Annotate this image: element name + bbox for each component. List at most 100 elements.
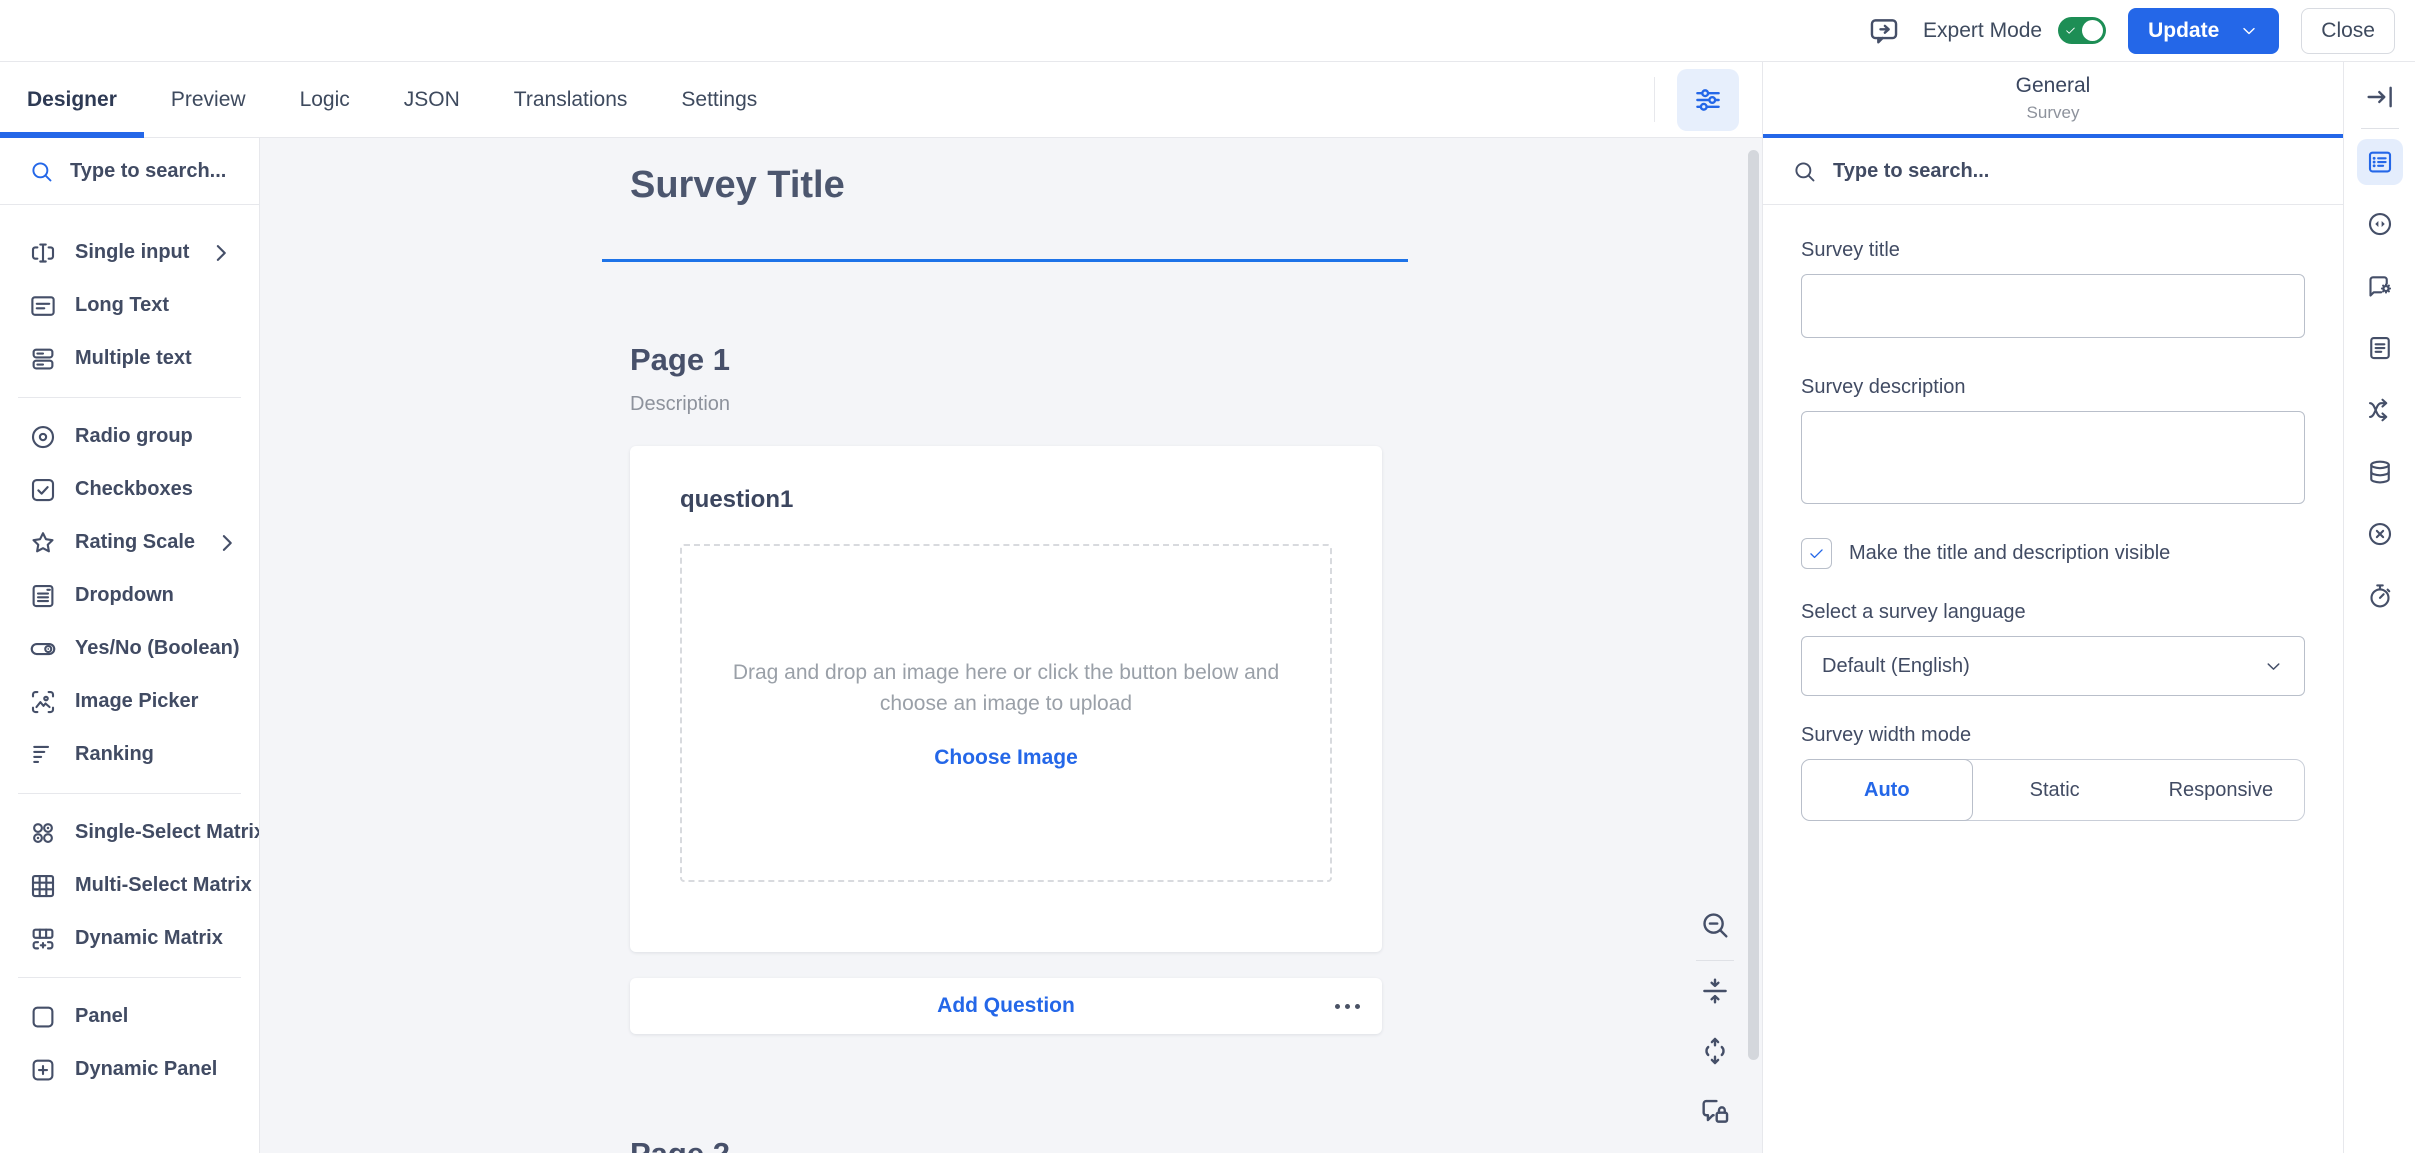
- rating-scale-icon: [28, 528, 58, 558]
- toolbox-group-divider: [18, 397, 241, 398]
- zoom-out-icon[interactable]: [1698, 908, 1732, 942]
- survey-title-text[interactable]: Survey Title: [630, 164, 1408, 207]
- page-description[interactable]: Description: [630, 393, 1382, 416]
- toolbox-item-label: Dynamic Panel: [75, 1058, 245, 1081]
- more-options-icon[interactable]: [1335, 978, 1360, 1034]
- width-mode-static[interactable]: Static: [1972, 760, 2138, 820]
- strip-tab-timer[interactable]: [2357, 573, 2403, 619]
- tools-divider: [1696, 960, 1734, 961]
- toolbox-item-label: Ranking: [75, 743, 245, 766]
- toolbox-item-label: Checkboxes: [75, 478, 245, 501]
- question-name[interactable]: question1: [680, 486, 1332, 514]
- tab-logic[interactable]: Logic: [273, 62, 377, 137]
- strip-tab-validation[interactable]: [2357, 511, 2403, 557]
- sliders-icon: [1691, 83, 1725, 117]
- toolbox-item-dynamic-matrix[interactable]: Dynamic Matrix: [0, 912, 259, 965]
- survey-description-input[interactable]: [1801, 411, 2305, 504]
- next-page-title[interactable]: Page 2: [630, 1136, 1382, 1153]
- width-mode-responsive[interactable]: Responsive: [2138, 760, 2304, 820]
- toolbox-item-label: Multi-Select Matrix: [75, 874, 252, 897]
- feedback-icon[interactable]: [1867, 14, 1901, 48]
- chevron-down-icon: [2239, 21, 2259, 41]
- dynamic-panel-icon: [28, 1055, 58, 1085]
- tab-designer[interactable]: Designer: [0, 62, 144, 137]
- strip-tab-data[interactable]: [2357, 449, 2403, 495]
- toolbox-settings-button[interactable]: [1677, 69, 1739, 131]
- side-icon-strip: [2343, 62, 2415, 1153]
- collapse-panel-icon[interactable]: [2363, 80, 2397, 114]
- top-bar: Expert Mode Update Close: [0, 0, 2415, 62]
- toolbox-item-checkboxes[interactable]: Checkboxes: [0, 463, 259, 516]
- timer-icon: [2365, 581, 2395, 611]
- single-select-matrix-icon: [28, 818, 58, 848]
- language-select[interactable]: Default (English): [1801, 636, 2305, 696]
- tab-json[interactable]: JSON: [377, 62, 487, 137]
- canvas-scrollbar[interactable]: [1748, 150, 1759, 1060]
- tab-preview[interactable]: Preview: [144, 62, 273, 137]
- survey-title-label: Survey title: [1801, 239, 2305, 262]
- toolbox-group-divider: [18, 793, 241, 794]
- toolbox-item-dynamic-panel[interactable]: Dynamic Panel: [0, 1043, 259, 1096]
- toolbox-item-rating-scale[interactable]: Rating Scale: [0, 516, 259, 569]
- add-question-button[interactable]: Add Question: [630, 994, 1382, 1018]
- image-dropzone[interactable]: Drag and drop an image here or click the…: [680, 544, 1332, 882]
- image-picker-icon: [28, 687, 58, 717]
- dropdown-icon: [28, 581, 58, 611]
- single-input-icon: [28, 238, 58, 268]
- tab-settings[interactable]: Settings: [654, 62, 784, 137]
- toolbox-item-label: Single input: [75, 241, 189, 264]
- data-icon: [2365, 457, 2395, 487]
- strip-tab-question-settings[interactable]: [2357, 263, 2403, 309]
- toolbox-item-dropdown[interactable]: Dropdown: [0, 569, 259, 622]
- close-button[interactable]: Close: [2301, 8, 2395, 54]
- logic-icon: [2365, 395, 2395, 425]
- expert-mode-toggle[interactable]: [2058, 17, 2106, 44]
- visibility-checkbox[interactable]: [1801, 538, 1832, 569]
- question-card[interactable]: question1 Drag and drop an image here or…: [630, 446, 1382, 952]
- lock-state-icon[interactable]: [1698, 1094, 1732, 1128]
- property-search-input[interactable]: [1833, 160, 2327, 183]
- multiple-text-icon: [28, 344, 58, 374]
- design-canvas: Survey Title Page 1 Description question…: [260, 138, 1762, 1153]
- tabbar-spacer: [784, 62, 1654, 137]
- toolbox-item-label: Single-Select Matrix: [75, 821, 259, 844]
- expand-all-icon[interactable]: [1698, 1034, 1732, 1068]
- strip-tab-general[interactable]: [2357, 139, 2403, 185]
- toolbox-item-ranking[interactable]: Ranking: [0, 728, 259, 781]
- toolbox-item-panel[interactable]: Panel: [0, 990, 259, 1043]
- dropzone-text: Drag and drop an image here or click the…: [733, 657, 1279, 720]
- toolbox-item-image-picker[interactable]: Image Picker: [0, 675, 259, 728]
- tab-translations[interactable]: Translations: [487, 62, 655, 137]
- long-text-icon: [28, 291, 58, 321]
- property-panel-header: General Survey: [1763, 62, 2343, 138]
- radio-group-icon: [28, 422, 58, 452]
- ranking-icon: [28, 740, 58, 770]
- toolbox-item-single-select-matrix[interactable]: Single-Select Matrix: [0, 806, 259, 859]
- dropzone-text-line1: Drag and drop an image here or click the…: [733, 657, 1279, 689]
- strip-tab-navigation[interactable]: [2357, 201, 2403, 247]
- survey-title-input[interactable]: [1801, 274, 2305, 338]
- property-search: [1763, 138, 2343, 205]
- toolbox-item-long-text[interactable]: Long Text: [0, 279, 259, 332]
- toolbox-item-single-input[interactable]: Single input: [0, 226, 259, 279]
- page-title[interactable]: Page 1: [630, 342, 1382, 378]
- chevron-down-icon: [2263, 656, 2284, 677]
- choose-image-button[interactable]: Choose Image: [934, 746, 1078, 770]
- toolbox-item-radio-group[interactable]: Radio group: [0, 410, 259, 463]
- toolbox-search-input[interactable]: [70, 160, 243, 183]
- tab-label: Preview: [171, 88, 246, 112]
- multi-select-matrix-icon: [28, 871, 58, 901]
- update-button[interactable]: Update: [2128, 8, 2279, 54]
- width-mode-auto[interactable]: Auto: [1801, 759, 1973, 821]
- survey-header-block[interactable]: Survey Title: [602, 138, 1408, 262]
- chevron-right-icon: [206, 238, 236, 268]
- strip-tab-pages[interactable]: [2357, 325, 2403, 371]
- toolbox-item-multi-select-matrix[interactable]: Multi-Select Matrix: [0, 859, 259, 912]
- collapse-all-icon[interactable]: [1698, 974, 1732, 1008]
- width-mode-label: Survey width mode: [1801, 724, 2305, 747]
- toolbox-item-yes-no-boolean[interactable]: Yes/No (Boolean): [0, 622, 259, 675]
- strip-tab-logic[interactable]: [2357, 387, 2403, 433]
- tab-bar: Designer Preview LogicJSONTranslations Sett…: [0, 62, 1762, 138]
- toolbox-item-multiple-text[interactable]: Multiple text: [0, 332, 259, 385]
- tab-label: Settings: [681, 88, 757, 112]
